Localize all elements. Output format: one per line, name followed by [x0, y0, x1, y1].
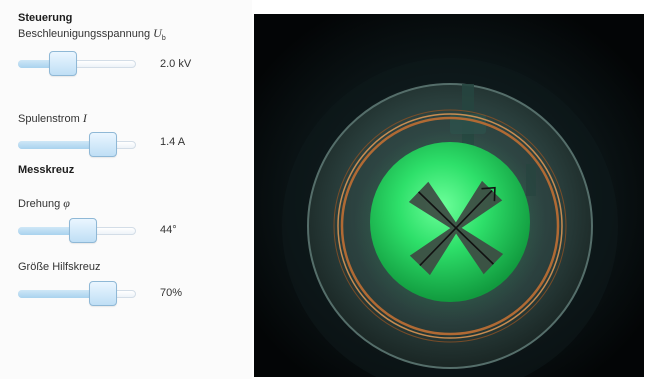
current-label: Spulenstrom I	[18, 111, 87, 126]
rotation-slider[interactable]	[18, 218, 136, 243]
rotation-label: Drehung φ	[18, 196, 70, 211]
rotation-slider-thumb[interactable]	[69, 218, 97, 243]
current-value: 1.4 A	[160, 136, 186, 148]
size-slider[interactable]	[18, 281, 136, 306]
voltage-label: Beschleunigungsspannung Ub	[18, 26, 166, 42]
current-slider-thumb[interactable]	[89, 132, 117, 157]
current-slider[interactable]	[18, 132, 136, 157]
voltage-slider[interactable]	[18, 51, 136, 76]
side-bracket	[526, 164, 536, 196]
voltage-value: 2.0 kV	[160, 58, 192, 70]
rotation-label-text: Drehung	[18, 198, 61, 210]
simulation-app: Steuerung Beschleunigungsspannung Ub 2.0…	[0, 0, 659, 379]
section-title-steuerung: Steuerung	[18, 12, 73, 24]
rotation-symbol: φ	[63, 196, 70, 210]
tube-view	[254, 14, 644, 377]
size-label: Größe Hilfskreuz	[18, 261, 101, 273]
section-title-messkreuz: Messkreuz	[18, 164, 75, 176]
current-symbol: I	[82, 111, 87, 125]
control-panel: Steuerung Beschleunigungsspannung Ub 2.0…	[0, 0, 252, 379]
voltage-subscript: b	[161, 35, 166, 43]
tube-image	[254, 14, 644, 377]
voltage-symbol: U	[153, 26, 162, 40]
voltage-label-text: Beschleunigungsspannung	[18, 28, 151, 40]
current-label-text: Spulenstrom	[18, 113, 80, 125]
voltage-slider-thumb[interactable]	[49, 51, 77, 76]
rotation-value: 44°	[160, 224, 177, 236]
size-slider-thumb[interactable]	[89, 281, 117, 306]
size-value: 70%	[160, 287, 183, 299]
